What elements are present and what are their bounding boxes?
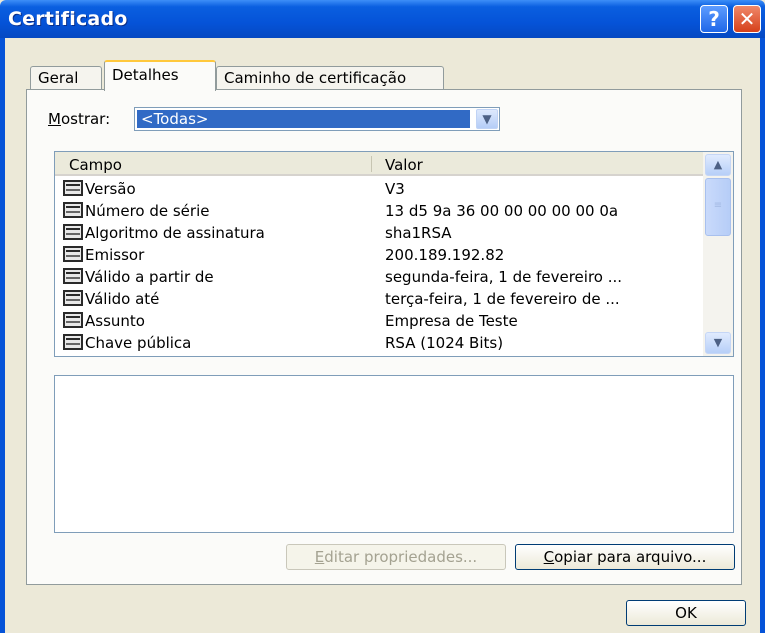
field-name: Assunto — [85, 312, 145, 330]
show-dropdown-value: <Todas> — [137, 110, 470, 128]
field-name: Válido a partir de — [85, 268, 214, 286]
certificate-field-icon — [63, 312, 83, 328]
vertical-scrollbar[interactable]: ▲ ≡ ▼ — [703, 152, 733, 356]
field-value: RSA (1024 Bits) — [385, 334, 504, 352]
show-dropdown[interactable]: <Todas> ▼ — [134, 107, 500, 131]
field-name: Válido até — [85, 290, 160, 308]
field-name: Algoritmo de assinatura — [85, 224, 265, 242]
scroll-down-icon[interactable]: ▼ — [705, 332, 731, 354]
list-item[interactable]: Assunto Empresa de Teste — [55, 310, 703, 330]
column-header-valor[interactable]: Valor — [385, 156, 423, 174]
list-item[interactable]: Versão V3 — [55, 178, 703, 198]
tab-detalhes[interactable]: Detalhes — [104, 60, 216, 91]
title-bar[interactable]: Certificado ? ✕ — [0, 0, 765, 38]
field-value: terça-feira, 1 de fevereiro de ... — [385, 290, 620, 308]
scroll-up-icon[interactable]: ▲ — [705, 154, 731, 176]
field-value: 200.189.192.82 — [385, 246, 505, 264]
tab-caminho-certificacao[interactable]: Caminho de certificação — [216, 66, 444, 90]
copy-to-file-button[interactable]: Copiar para arquivo... — [515, 544, 735, 570]
chevron-down-icon[interactable]: ▼ — [476, 109, 498, 129]
window-frame-right — [760, 38, 765, 633]
list-item[interactable]: Número de série 13 d5 9a 36 00 00 00 00 … — [55, 200, 703, 220]
fields-list[interactable]: Campo Valor Versão V3 Número de série 13… — [54, 151, 734, 357]
field-detail-textbox[interactable] — [54, 375, 734, 533]
certificate-field-icon — [63, 180, 83, 196]
ok-button[interactable]: OK — [626, 600, 746, 626]
list-header: Campo Valor — [55, 152, 703, 176]
field-name: Versão — [85, 180, 136, 198]
certificate-field-icon — [63, 246, 83, 262]
field-value: Empresa de Teste — [385, 312, 518, 330]
close-button[interactable]: ✕ — [733, 5, 761, 33]
tab-geral[interactable]: Geral — [30, 66, 102, 90]
list-item[interactable]: Válido até terça-feira, 1 de fevereiro d… — [55, 288, 703, 308]
list-item[interactable]: Válido a partir de segunda-feira, 1 de f… — [55, 266, 703, 286]
field-name: Emissor — [85, 246, 145, 264]
field-value: sha1RSA — [385, 224, 452, 242]
certificate-dialog: Certificado ? ✕ Geral Detalhes Caminho d… — [0, 0, 765, 633]
field-name: Número de série — [85, 202, 210, 220]
certificate-field-icon — [63, 290, 83, 306]
certificate-field-icon — [63, 268, 83, 284]
list-item[interactable]: Emissor 200.189.192.82 — [55, 244, 703, 264]
column-divider[interactable] — [371, 156, 372, 172]
field-value: V3 — [385, 180, 405, 198]
field-value: segunda-feira, 1 de fevereiro ... — [385, 268, 623, 286]
edit-properties-button: Editar propriedades... — [286, 544, 506, 570]
certificate-field-icon — [63, 334, 83, 350]
help-button[interactable]: ? — [700, 5, 728, 33]
field-name: Chave pública — [85, 334, 192, 352]
window-title: Certificado — [8, 8, 128, 30]
certificate-field-icon — [63, 224, 83, 240]
window-frame-left — [0, 38, 5, 633]
field-value: 13 d5 9a 36 00 00 00 00 00 0a — [385, 202, 619, 220]
scrollbar-thumb[interactable]: ≡ — [705, 178, 731, 236]
show-label: Mostrar: — [48, 110, 111, 128]
list-item[interactable]: Chave pública RSA (1024 Bits) — [55, 332, 703, 352]
list-item[interactable]: Algoritmo de assinatura sha1RSA — [55, 222, 703, 242]
column-header-campo[interactable]: Campo — [69, 156, 122, 174]
certificate-field-icon — [63, 202, 83, 218]
